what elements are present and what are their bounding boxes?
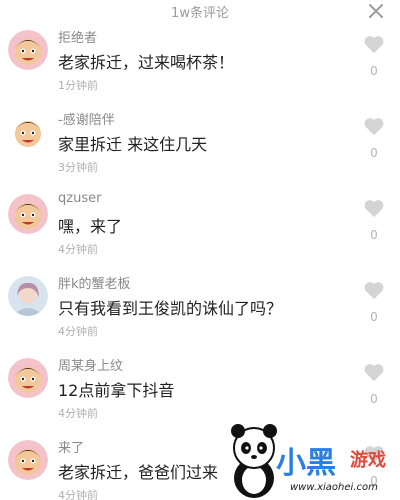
comment-username[interactable]: -感谢陪伴 — [58, 109, 115, 128]
heart-icon — [364, 364, 384, 382]
comment-time: 4分钟前 — [58, 489, 98, 500]
comment-text: 只有我看到王俊凯的诛仙了吗？ — [58, 299, 283, 318]
comment-text: 12点前拿下抖音 — [58, 381, 175, 400]
comment-time: 4分钟前 — [58, 325, 98, 338]
heart-icon — [364, 200, 384, 218]
like-button[interactable]: 0 — [362, 280, 386, 324]
like-count: 0 — [370, 474, 378, 488]
like-count: 0 — [370, 64, 378, 78]
comment-text: 老家拆迁，爸爸们过来 — [58, 463, 219, 482]
comment-time: 3分钟前 — [58, 161, 98, 174]
comment-list[interactable]: 拒绝者 老家拆迁，过来喝杯茶！ 1分钟前 0 -感谢陪伴 家里拆迁 来这住几天 … — [0, 24, 400, 500]
like-count: 0 — [370, 228, 378, 242]
comment-username[interactable]: 拒绝者 — [58, 27, 97, 46]
avatar[interactable] — [8, 194, 48, 234]
heart-icon — [364, 36, 384, 54]
comment-item: 周某身上纹 12点前拿下抖音 4分钟前 0 — [0, 352, 400, 434]
comment-username[interactable]: qzuser — [58, 191, 101, 206]
avatar[interactable] — [8, 276, 48, 316]
close-button[interactable] — [366, 1, 386, 21]
like-button[interactable]: 0 — [362, 34, 386, 78]
like-button[interactable]: 0 — [362, 198, 386, 242]
comments-header: 1w条评论 — [0, 0, 400, 24]
heart-icon — [364, 282, 384, 300]
comment-item: 来了 老家拆迁，爸爸们过来 4分钟前 0 — [0, 434, 400, 500]
like-count: 0 — [370, 146, 378, 160]
comment-username[interactable]: 周某身上纹 — [58, 355, 123, 374]
avatar[interactable] — [8, 440, 48, 480]
comment-item: -感谢陪伴 家里拆迁 来这住几天 3分钟前 0 — [0, 106, 400, 188]
avatar[interactable] — [8, 30, 48, 70]
comment-username[interactable]: 来了 — [58, 437, 84, 456]
close-icon — [369, 4, 383, 18]
avatar[interactable] — [8, 358, 48, 398]
heart-icon — [364, 446, 384, 464]
comment-item: 胖k的蟹老板 只有我看到王俊凯的诛仙了吗？ 4分钟前 0 — [0, 270, 400, 352]
like-button[interactable]: 0 — [362, 116, 386, 160]
comment-text: 嘿，来了 — [58, 217, 123, 236]
avatar[interactable] — [8, 112, 48, 152]
like-count: 0 — [370, 392, 378, 406]
comment-time: 4分钟前 — [58, 243, 98, 256]
comment-text: 老家拆迁，过来喝杯茶！ — [58, 53, 235, 72]
comment-text: 家里拆迁 来这住几天 — [58, 135, 208, 154]
comment-item: 拒绝者 老家拆迁，过来喝杯茶！ 1分钟前 0 — [0, 24, 400, 106]
comment-username[interactable]: 胖k的蟹老板 — [58, 273, 131, 292]
comment-item: qzuser 嘿，来了 4分钟前 0 — [0, 188, 400, 270]
comment-time: 1分钟前 — [58, 79, 98, 92]
heart-icon — [364, 118, 384, 136]
like-button[interactable]: 0 — [362, 444, 386, 488]
comment-time: 4分钟前 — [58, 407, 98, 420]
like-button[interactable]: 0 — [362, 362, 386, 406]
like-count: 0 — [370, 310, 378, 324]
comment-count-title: 1w条评论 — [171, 6, 229, 21]
